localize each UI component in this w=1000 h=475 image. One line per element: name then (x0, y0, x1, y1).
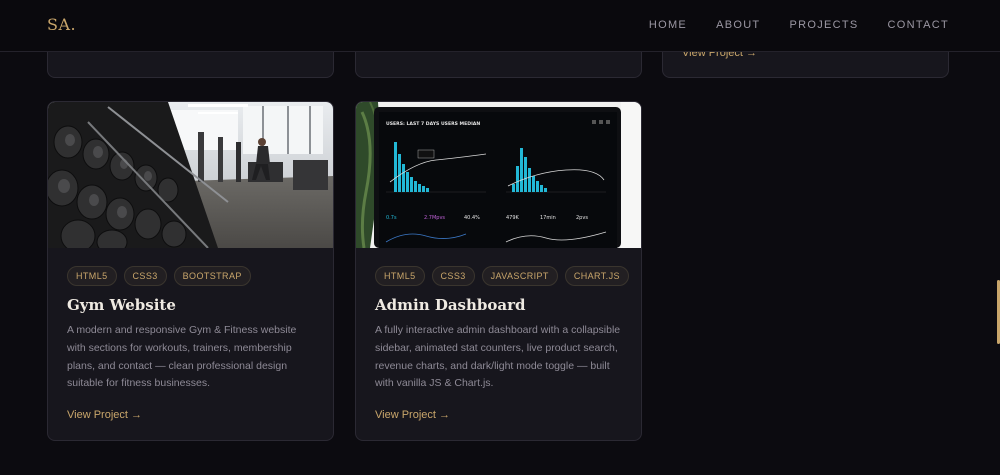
dashboard-header-text: USERS: LAST 7 DAYS USERS MEDIAN (386, 121, 480, 127)
tag: HTML5 (375, 266, 425, 286)
stat-value: 40.4% (464, 215, 480, 221)
nav-link-home[interactable]: HOME (649, 19, 687, 31)
nav-link-projects[interactable]: PROJECTS (789, 19, 858, 31)
project-title: Gym Website (67, 296, 176, 314)
stat-value: 0.7s (386, 215, 397, 221)
admin-thumbnail: USERS: LAST 7 DAYS USERS MEDIAN 0.7s 2.7… (356, 102, 641, 248)
stat-value: 479K (506, 215, 520, 221)
logo[interactable]: SA. (47, 15, 76, 34)
view-project-link[interactable]: View Project → (375, 409, 450, 421)
tag: HTML5 (67, 266, 117, 286)
gym-photo-image (48, 102, 333, 248)
stat-value: 2pvs (576, 215, 588, 221)
tag: CSS3 (123, 266, 167, 286)
tag: BOOTSTRAP (173, 266, 251, 286)
navbar: SA. HOME ABOUT PROJECTS CONTACT (0, 0, 1000, 52)
tag-list: HTML5 CSS3 BOOTSTRAP (67, 266, 251, 286)
project-description: A fully interactive admin dashboard with… (375, 324, 621, 390)
stat-value: 2.7Mpvs (424, 215, 445, 221)
dashboard-screenshot-image: USERS: LAST 7 DAYS USERS MEDIAN 0.7s 2.7… (356, 102, 641, 248)
nav-links: HOME ABOUT PROJECTS CONTACT (649, 19, 949, 31)
project-title: Admin Dashboard (375, 296, 526, 314)
view-project-link[interactable]: View Project → (67, 409, 142, 421)
project-card-admin: USERS: LAST 7 DAYS USERS MEDIAN 0.7s 2.7… (355, 101, 642, 441)
stat-value: 17min (540, 215, 556, 221)
tag: CHART.JS (564, 266, 629, 286)
tag-list: HTML5 CSS3 JAVASCRIPT CHART.JS (375, 266, 629, 286)
project-card-gym: HTML5 CSS3 BOOTSTRAP Gym Website A moder… (47, 101, 334, 441)
tag: CSS3 (431, 266, 475, 286)
gym-thumbnail (48, 102, 333, 248)
nav-link-about[interactable]: ABOUT (716, 19, 760, 31)
tag: JAVASCRIPT (481, 266, 558, 286)
nav-link-contact[interactable]: CONTACT (888, 19, 949, 31)
project-description: A modern and responsive Gym & Fitness we… (67, 324, 297, 390)
